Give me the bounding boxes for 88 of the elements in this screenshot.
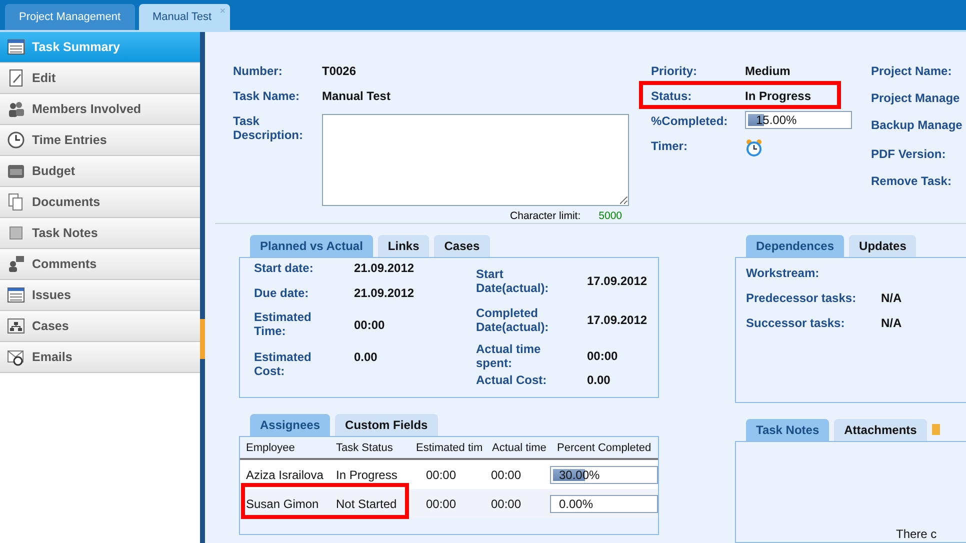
column-header: Estimated tim	[416, 442, 484, 454]
percent-field[interactable]: 0.00%	[550, 494, 658, 512]
field-label: Backup Manage	[871, 118, 962, 134]
sidebar-item[interactable]: Budget	[0, 156, 200, 187]
field-label: Due date:	[254, 286, 310, 300]
field-label: Workstream:	[746, 266, 820, 280]
field-label: Timer:	[651, 139, 688, 153]
field-value: 17.09.2012	[587, 312, 648, 327]
field-label: Completed Date(actual):	[476, 306, 550, 334]
panel-tab[interactable]: Cases	[434, 235, 490, 257]
person-chat-icon	[7, 255, 25, 273]
column-header: Actual time	[491, 442, 548, 454]
field-value: 00:00	[587, 349, 618, 364]
field-value: 00:00	[354, 318, 385, 332]
field-label: Predecessor tasks:	[746, 291, 858, 305]
field-value: 21.09.2012	[354, 286, 414, 300]
field-label: Task Name:	[233, 89, 300, 103]
field-label: Estimated Cost:	[254, 350, 312, 378]
sidebar-item[interactable]: Documents	[0, 187, 200, 218]
field-label: Remove Task:	[871, 174, 952, 190]
table-cell-text: 00:00	[490, 468, 522, 482]
collapse-handle[interactable]	[200, 319, 205, 359]
panel-tab[interactable]: Attachments	[834, 419, 927, 441]
sidebar-item[interactable]: Members Involved	[0, 94, 200, 125]
percent-field[interactable]: 15.00%	[745, 111, 852, 129]
alarm-clock-icon[interactable]	[745, 139, 763, 157]
list-icon	[7, 286, 25, 304]
field-label: Status:	[651, 89, 693, 103]
field-value: Medium	[745, 64, 790, 78]
sidebar-item[interactable]: Cases	[0, 311, 200, 342]
field-label: Start Date(actual):	[476, 266, 550, 295]
envelope-icon	[7, 348, 25, 366]
field-label: Actual time spent:	[476, 342, 542, 370]
hierarchy-icon	[7, 317, 25, 335]
field-label: Estimated Time:	[254, 310, 312, 338]
field-value: 21.09.2012	[354, 261, 414, 275]
field-label: Actual Cost:	[476, 373, 548, 388]
field-label: Project Manage	[871, 91, 961, 107]
table-cell-text: Susan Gimon	[245, 496, 320, 510]
people-icon	[7, 100, 25, 118]
panel-tab[interactable]: Custom Fields	[335, 414, 438, 436]
table-cell-text: Aziza Israilova	[245, 468, 324, 482]
field-value: In Progress	[745, 89, 812, 103]
field-label: PDF Version:	[871, 147, 947, 163]
field-value: N/A	[881, 316, 902, 330]
field-value: 0.00	[354, 350, 378, 364]
sidebar-item[interactable]: Comments	[0, 249, 200, 280]
field-value: N/A	[881, 291, 902, 305]
field-label: Project Name:	[871, 64, 953, 80]
sidebar-item[interactable]: Time Entries	[0, 125, 200, 156]
sidebar-item[interactable]: Emails	[0, 342, 200, 373]
field-value: Manual Test	[322, 89, 390, 103]
panel-tab[interactable]: Links	[378, 235, 430, 257]
sidebar-item[interactable]: Edit	[0, 63, 200, 94]
sidebar-item[interactable]: Task Notes	[0, 218, 200, 249]
box-icon	[7, 162, 25, 180]
empty-message: There c	[896, 527, 937, 541]
table-cell-text: In Progress	[335, 468, 398, 482]
field-label: %Completed:	[651, 114, 729, 128]
field-value: T0026	[322, 64, 356, 78]
panel-tab[interactable]: Assignees	[250, 414, 330, 436]
table-cell-text: 00:00	[425, 496, 458, 510]
column-header: Employee	[245, 442, 296, 454]
field-label: Priority:	[651, 64, 698, 78]
panel-tab[interactable]: Task Notes	[746, 419, 830, 441]
field-value: 0.00	[587, 373, 610, 388]
field-label: Start date:	[254, 261, 314, 275]
table-cell-text: 00:00	[490, 496, 522, 510]
table-cell-text: 00:00	[425, 468, 458, 482]
clock-icon	[7, 131, 25, 149]
pages-icon	[7, 193, 25, 211]
char-limit-label: Character limit:	[510, 210, 581, 222]
top-tab[interactable]: Project Management	[5, 4, 134, 30]
field-label: Task Description:	[233, 114, 304, 142]
field-label: Number:	[233, 64, 284, 78]
char-limit-value: 5000	[598, 210, 622, 222]
document-icon	[7, 69, 25, 87]
column-header: Percent Completed	[556, 442, 652, 454]
top-tab[interactable]: Manual Test ×	[138, 4, 230, 30]
table-cell-text: Not Started	[335, 496, 398, 510]
panel-tab[interactable]: Planned vs Actual	[250, 235, 373, 257]
panel-tab[interactable]: Dependences	[746, 235, 844, 257]
field-value: 17.09.2012	[587, 274, 648, 288]
sidebar-item[interactable]: Issues	[0, 280, 200, 311]
list-icon	[7, 38, 25, 56]
field-label: Successor tasks:	[746, 316, 846, 330]
panel-tab[interactable]: Updates	[849, 235, 916, 257]
description-field[interactable]	[322, 114, 629, 206]
